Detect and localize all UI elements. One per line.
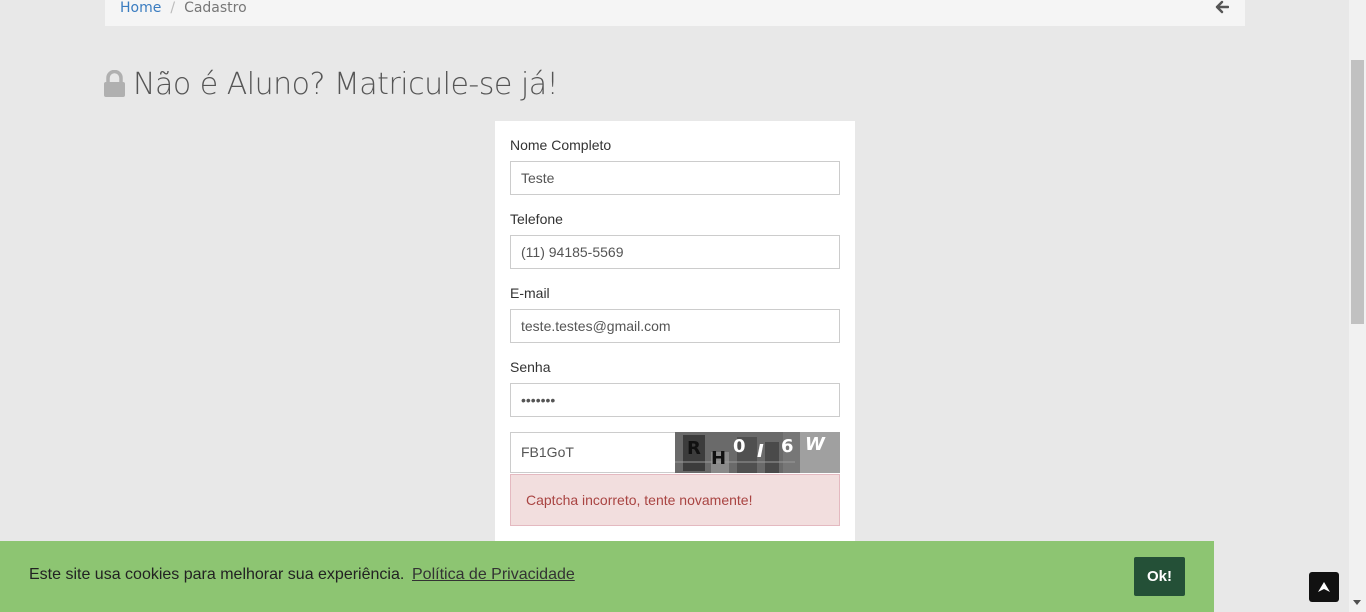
captcha-input[interactable]: FB1GoT <box>510 432 675 473</box>
captcha-char: 6 <box>781 436 794 457</box>
breadcrumb-bar: Home / Cadastro <box>105 0 1245 26</box>
page-title-text: Não é Aluno? Matricule-se já! <box>133 66 559 102</box>
captcha-image[interactable]: R H 0 I 6 W <box>675 432 840 473</box>
vertical-scrollbar[interactable] <box>1349 0 1366 612</box>
captcha-char: H <box>711 448 726 469</box>
captcha-error-alert: Captcha incorreto, tente novamente! <box>510 474 840 526</box>
scroll-down-arrow[interactable] <box>1353 600 1361 605</box>
breadcrumb-separator: / <box>170 0 176 16</box>
privacy-policy-link[interactable]: Política de Privacidade <box>412 566 575 584</box>
captcha-char: W <box>805 434 826 455</box>
breadcrumb-current: Cadastro <box>184 0 247 16</box>
chevron-up-icon <box>1318 582 1330 592</box>
registration-form: Nome Completo Teste Telefone (11) 94185-… <box>495 121 855 561</box>
breadcrumb: Home / Cadastro <box>120 0 247 16</box>
cookie-message: Este site usa cookies para melhorar sua … <box>29 566 405 583</box>
password-input[interactable]: ••••••• <box>510 383 840 417</box>
name-label: Nome Completo <box>510 137 612 153</box>
arrow-left-icon[interactable] <box>1215 0 1231 16</box>
phone-label: Telefone <box>510 211 563 227</box>
captcha-char: R <box>687 438 701 459</box>
cookie-ok-button[interactable]: Ok! <box>1134 557 1185 596</box>
captcha-char: 0 <box>733 436 746 457</box>
scrollbar-thumb[interactable] <box>1351 60 1364 324</box>
cookie-banner: Este site usa cookies para melhorar sua … <box>0 541 1214 612</box>
captcha-char: I <box>757 441 764 462</box>
email-label: E-mail <box>510 285 550 301</box>
password-label: Senha <box>510 359 551 375</box>
back-to-top-button[interactable] <box>1309 572 1339 602</box>
name-input[interactable]: Teste <box>510 161 840 195</box>
page-title: Não é Aluno? Matricule-se já! <box>104 62 559 106</box>
breadcrumb-home-link[interactable]: Home <box>120 0 161 16</box>
email-input[interactable]: teste.testes@gmail.com <box>510 309 840 343</box>
captcha-graphic: R H 0 I 6 W <box>675 432 840 473</box>
lock-icon <box>104 70 125 97</box>
phone-input[interactable]: (11) 94185-5569 <box>510 235 840 269</box>
